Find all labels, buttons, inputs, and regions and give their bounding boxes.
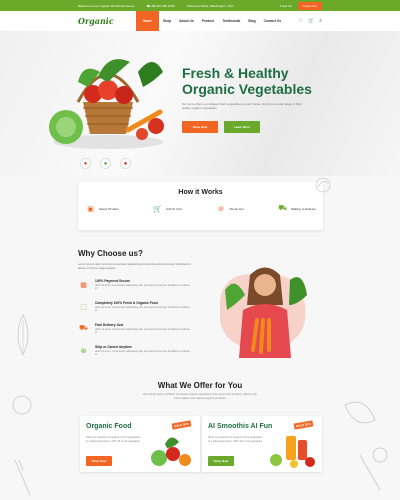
feature-desc: dolor sit amet, consectetur adipisicing …	[95, 306, 190, 313]
step-label: Add To Cart	[166, 206, 182, 211]
step-check-out[interactable]: ⊘ Check Out	[215, 203, 244, 214]
site-logo[interactable]: Organic	[78, 16, 114, 26]
card-shop-button[interactable]: Shop Now	[208, 456, 234, 466]
sale-badge: SALE 30%	[171, 420, 192, 430]
woman-with-vegetables-image	[220, 267, 307, 358]
cart-icon[interactable]: 🛒	[308, 18, 314, 24]
cart-icon: 🛒	[153, 205, 162, 213]
feature-title: Fast Delivery Just	[95, 323, 124, 327]
fruit-thumb-icon: ●	[123, 160, 128, 167]
track-link[interactable]: Track Us	[280, 4, 292, 8]
main-header: Organic Home Shop About Us Product Testi…	[0, 11, 400, 31]
hero-title-line1: Fresh & Healthy	[182, 65, 289, 81]
feature-delivery: ⛟ Fast Delivery Just dolor sit amet, con…	[78, 323, 208, 335]
step-add-to-cart[interactable]: 🛒 Add To Cart	[152, 203, 182, 214]
basket-thumb-icon: ●	[83, 160, 88, 167]
veg-thumb-icon: ●	[103, 160, 108, 167]
card-desc: Shop our selection of organic fruit & ve…	[208, 436, 263, 443]
delivery-icon: ⛟	[79, 325, 88, 332]
main-nav: Home Shop About Us Product Testimonial B…	[135, 11, 285, 31]
nav-blog[interactable]: Blog	[244, 11, 259, 31]
why-choose-intro: Lorem ipsum dolor sit amet consectetur a…	[78, 262, 191, 270]
fresh-food-icon: ⬚	[80, 303, 87, 311]
nav-testimonial[interactable]: Testimonial	[218, 11, 244, 31]
why-choose-title: Why Choose us?	[78, 249, 143, 258]
step-delivery[interactable]: ⛟ Waiting to Delivery	[277, 203, 316, 214]
nav-shop[interactable]: Shop	[159, 11, 175, 31]
feature-title: 100% Payment Secure	[95, 279, 131, 283]
sale-badge: SALE 30%	[293, 420, 314, 430]
vegetables-image	[151, 437, 191, 466]
leaf-doodle-icon	[315, 177, 331, 193]
feature-fresh: ⬚ Completely 100% Fresh & Organic Food d…	[78, 301, 208, 313]
how-title: How it Works	[178, 189, 223, 196]
welcome-text: Welcome to our organic WordPress theme	[78, 3, 135, 8]
step-label: Check Out	[229, 206, 244, 211]
truck-icon: ⛟	[278, 205, 287, 212]
learn-more-button[interactable]: Learn More	[224, 121, 260, 133]
search-icon[interactable]: ⌕	[319, 18, 322, 24]
smoothie-fruits-image	[270, 436, 315, 468]
hero-description: Our store offers you always fresh vegeta…	[182, 102, 302, 110]
card-title: AI Smoothis AI Fun	[208, 423, 273, 430]
veg-doodle-decoration	[344, 401, 388, 491]
top-info-bar: Welcome to our organic WordPress theme ☎…	[0, 0, 400, 11]
thumb-image-2[interactable]: ●	[100, 158, 111, 169]
feature-desc: dolor sit amet, consectetur adipisicing …	[95, 350, 190, 357]
product-box-icon: ▣	[87, 205, 94, 213]
nav-contact[interactable]: Contact Us	[260, 11, 285, 31]
offer-card-smoothie: AI Smoothis AI Fun Shop our selection of…	[202, 416, 322, 472]
checkout-button[interactable]: Check Out	[297, 1, 322, 10]
heart-icon[interactable]: ♡	[298, 18, 302, 24]
feature-title: Ship or Cancel Anytime	[95, 345, 132, 349]
thumb-image-1[interactable]: ●	[80, 158, 91, 169]
offer-card-organic-food: Organic Food Shop our selection of organ…	[80, 416, 200, 472]
phone-number: +88 001 335 9756	[150, 3, 175, 8]
how-it-works-panel: How it Works ▣ Select Product 🛒 Add To C…	[78, 182, 323, 230]
feature-desc: dolor sit amet, consectetur adipisicing …	[95, 328, 190, 335]
step-label: Waiting to Delivery	[291, 206, 316, 211]
hero-title-line2: Organic Vegetables	[182, 81, 312, 97]
card-desc: Shop our selection of organic fruit & ve…	[86, 436, 141, 443]
card-title: Organic Food	[86, 423, 132, 430]
step-label: Select Product	[99, 206, 119, 211]
feature-payment: ▦ 100% Payment Secure dolor sit amet, co…	[78, 279, 208, 291]
thumb-image-3[interactable]: ●	[120, 158, 131, 169]
kitchen-doodle-decoration	[12, 314, 32, 496]
vegetable-basket-image	[49, 59, 164, 149]
address-text: ⌖ Florence Plaza, Washington, USA	[186, 3, 234, 8]
hero-title: Fresh & Healthy Organic Vegetables	[182, 65, 342, 97]
nav-about[interactable]: About Us	[175, 11, 198, 31]
offer-title: What We Offer for You	[157, 381, 243, 390]
nav-product[interactable]: Product	[198, 11, 218, 31]
phone-text: ☎ +88 001 335 9756	[146, 3, 175, 8]
offer-subtitle: We extract layers of flavor of natural o…	[142, 392, 257, 400]
address-value: Florence Plaza, Washington, USA	[188, 3, 234, 8]
shop-now-button[interactable]: Shop Now	[182, 121, 218, 133]
ship-cancel-icon: ⊛	[80, 347, 87, 355]
feature-desc: dolor sit amet, consectetur adipisicing …	[95, 284, 190, 291]
secure-payment-icon: ▦	[80, 281, 87, 289]
feature-title: Completely 100% Fresh & Organic Food	[95, 301, 158, 305]
card-shop-button[interactable]: Shop Now	[86, 456, 112, 466]
checkout-icon: ⊘	[217, 205, 224, 213]
feature-cancel: ⊛ Ship or Cancel Anytime dolor sit amet,…	[78, 345, 208, 357]
nav-home[interactable]: Home	[135, 11, 159, 31]
step-select-product[interactable]: ▣ Select Product	[85, 203, 119, 214]
